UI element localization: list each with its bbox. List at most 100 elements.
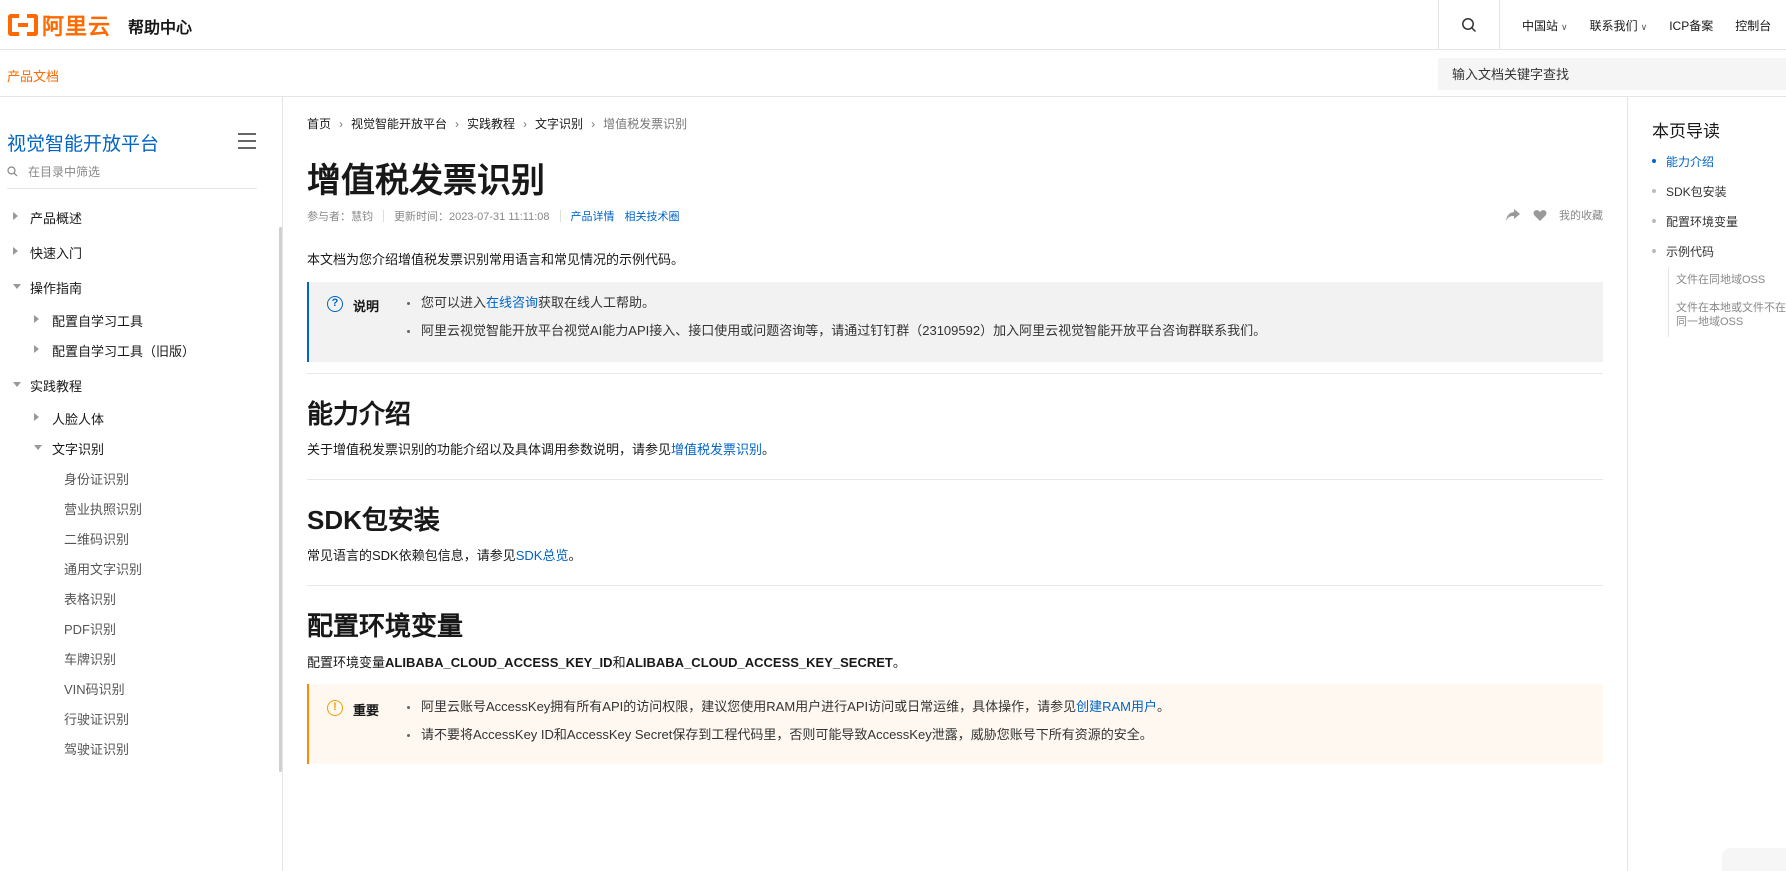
tree-item-business-license[interactable]: 营业执照识别 (64, 499, 142, 518)
warning-item: 阿里云账号AccessKey拥有所有API的访问权限，建议您使用RAM用户进行A… (405, 698, 1170, 726)
note-item: 您可以进入在线咨询获取在线人工帮助。 (405, 294, 1266, 322)
chevron-right-icon: › (523, 116, 528, 131)
site-selector[interactable]: 中国站 ∨ (1522, 17, 1568, 34)
menu-icon[interactable] (238, 133, 256, 154)
heading-env: 配置环境变量 (307, 611, 464, 641)
console-link[interactable]: 控制台 (1735, 17, 1771, 34)
intro-text: 本文档为您介绍增值税发票识别常用语言和常见情况的示例代码。 (307, 252, 685, 267)
note-list: 您可以进入在线咨询获取在线人工帮助。 阿里云视觉智能开放平台视觉AI能力API接… (405, 294, 1266, 350)
warning-label: 重要 (353, 703, 380, 718)
tree-item-practice-tutorial[interactable]: 实践教程 (13, 376, 82, 395)
tree-item-self-learning-tool-legacy[interactable]: 配置自学习工具（旧版） (34, 341, 195, 360)
page-toc: 本页导读 能力介绍 SDK包安装 配置环境变量 示例代码 文件在同地域OSS 文… (1627, 97, 1786, 871)
caret-right-icon (13, 247, 18, 255)
tree-item-qrcode[interactable]: 二维码识别 (64, 529, 129, 548)
my-favorites-link[interactable]: 我的收藏 (1559, 207, 1603, 223)
tree-item-table[interactable]: 表格识别 (64, 589, 116, 608)
share-icon[interactable] (1505, 208, 1521, 222)
tree-item-product-overview[interactable]: 产品概述 (13, 208, 82, 227)
chevron-right-icon: › (339, 116, 344, 131)
top-links: 中国站 ∨ 联系我们 ∨ ICP备案 控制台 (1522, 0, 1771, 50)
note-box: ? 说明 您可以进入在线咨询获取在线人工帮助。 阿里云视觉智能开放平台视觉AI能… (307, 282, 1603, 362)
icp-link[interactable]: ICP备案 (1669, 17, 1713, 34)
caret-right-icon (34, 315, 39, 323)
toc-title: 本页导读 (1652, 122, 1720, 141)
tree-item-quick-start[interactable]: 快速入门 (13, 243, 82, 262)
page-title: 增值税发票识别 (307, 162, 545, 200)
doc-meta: 参与者：慧钧 更新时间：2023-07-31 11:11:08 产品详情 相关技… (307, 208, 690, 224)
toc-rail (1668, 267, 1669, 337)
tree-item-text-recognition[interactable]: 文字识别 (34, 439, 104, 458)
section-divider (307, 585, 1603, 586)
sidebar-title[interactable]: 视觉智能开放平台 (7, 129, 159, 156)
tree-item-pdf[interactable]: PDF识别 (64, 619, 116, 638)
vat-invoice-link[interactable]: 增值税发票识别 (671, 442, 762, 457)
tree-item-general-text[interactable]: 通用文字识别 (64, 559, 142, 578)
breadcrumb: 首页 › 视觉智能开放平台 › 实践教程 › 文字识别 › 增值税发票识别 (307, 115, 687, 132)
heading-sdk: SDK包安装 (307, 505, 440, 535)
heading-ability: 能力介绍 (307, 399, 412, 429)
caret-down-icon (34, 445, 42, 450)
breadcrumb-text-recognition[interactable]: 文字识别 (535, 115, 583, 132)
sdk-text: 常见语言的SDK依赖包信息，请参见SDK总览。 (307, 548, 582, 563)
ability-text: 关于增值税发票识别的功能介绍以及具体调用参数说明，请参见增值税发票识别。 (307, 442, 776, 457)
contact-us-menu[interactable]: 联系我们 ∨ (1590, 17, 1648, 34)
help-icon: ? (327, 296, 343, 312)
tree-item-face-body[interactable]: 人脸人体 (34, 409, 104, 428)
chevron-down-icon: ∨ (1561, 21, 1568, 32)
tree-item-driver-license[interactable]: 驾驶证识别 (64, 739, 129, 758)
caret-right-icon (13, 212, 18, 220)
caret-down-icon (13, 284, 21, 289)
doc-search-input[interactable] (1438, 58, 1786, 90)
sub-navbar: 产品文档 (0, 50, 1786, 97)
section-divider (307, 479, 1603, 480)
breadcrumb-tutorial[interactable]: 实践教程 (467, 115, 515, 132)
floating-feedback[interactable] (1722, 848, 1786, 871)
toc-item-ability[interactable]: 能力介绍 (1652, 153, 1714, 170)
search-button[interactable] (1438, 0, 1500, 50)
tree-item-id-card[interactable]: 身份证识别 (64, 469, 129, 488)
doc-content: 首页 › 视觉智能开放平台 › 实践教程 › 文字识别 › 增值税发票识别 增值… (307, 97, 1603, 871)
help-center-title[interactable]: 帮助中心 (128, 14, 192, 38)
create-ram-user-link[interactable]: 创建RAM用户 (1076, 699, 1157, 714)
note-item: 阿里云视觉智能开放平台视觉AI能力API接入、接口使用或问题咨询等，请通过钉钉群… (405, 322, 1266, 350)
chevron-right-icon: › (455, 116, 460, 131)
caret-down-icon (13, 382, 21, 387)
caret-right-icon (34, 413, 39, 421)
doc-actions: 我的收藏 (1505, 207, 1603, 223)
heart-icon[interactable] (1533, 209, 1547, 222)
logo-text: 阿里云 (42, 14, 112, 39)
warning-box: ! 重要 阿里云账号AccessKey拥有所有API的访问权限，建议您使用RAM… (307, 684, 1603, 764)
toc-sub-same-region-oss[interactable]: 文件在同地域OSS (1676, 273, 1786, 287)
warning-icon: ! (327, 700, 343, 716)
tree-item-vehicle-license[interactable]: 行驶证识别 (64, 709, 129, 728)
tech-circle-link[interactable]: 相关技术圈 (625, 208, 680, 224)
toc-item-sample-code[interactable]: 示例代码 (1652, 243, 1714, 260)
tree-item-self-learning-tool[interactable]: 配置自学习工具 (34, 311, 143, 330)
toc-item-sdk[interactable]: SDK包安装 (1652, 183, 1727, 200)
note-label: 说明 (353, 299, 380, 314)
sidebar-scrollbar[interactable] (279, 227, 282, 772)
sidebar-filter-input[interactable] (28, 164, 228, 179)
product-docs-link[interactable]: 产品文档 (7, 66, 59, 85)
tree-item-operation-guide[interactable]: 操作指南 (13, 278, 82, 297)
contributor: 参与者：慧钧 (307, 211, 373, 223)
breadcrumb-current: 增值税发票识别 (603, 117, 688, 131)
online-consult-link[interactable]: 在线咨询 (486, 295, 538, 310)
breadcrumb-home[interactable]: 首页 (307, 115, 331, 132)
product-detail-link[interactable]: 产品详情 (571, 208, 615, 224)
tree-item-license-plate[interactable]: 车牌识别 (64, 649, 116, 668)
sdk-overview-link[interactable]: SDK总览 (516, 548, 569, 563)
breadcrumb-platform[interactable]: 视觉智能开放平台 (351, 115, 447, 132)
top-navbar: 阿里云 帮助中心 中国站 ∨ 联系我们 ∨ ICP备案 控制台 (0, 0, 1786, 50)
divider (383, 210, 384, 222)
warning-item: 请不要将AccessKey ID和AccessKey Secret保存到工程代码… (405, 726, 1170, 754)
warning-list: 阿里云账号AccessKey拥有所有API的访问权限，建议您使用RAM用户进行A… (405, 698, 1170, 754)
search-icon (1462, 18, 1477, 33)
toc-item-env[interactable]: 配置环境变量 (1652, 213, 1738, 230)
tree-item-vin[interactable]: VIN码识别 (64, 679, 125, 698)
toc-sub-local-file[interactable]: 文件在本地或文件不在同一地域OSS (1676, 301, 1786, 329)
search-icon (7, 166, 18, 177)
aliyun-logo[interactable]: 阿里云 (8, 12, 112, 39)
caret-right-icon (34, 345, 39, 353)
